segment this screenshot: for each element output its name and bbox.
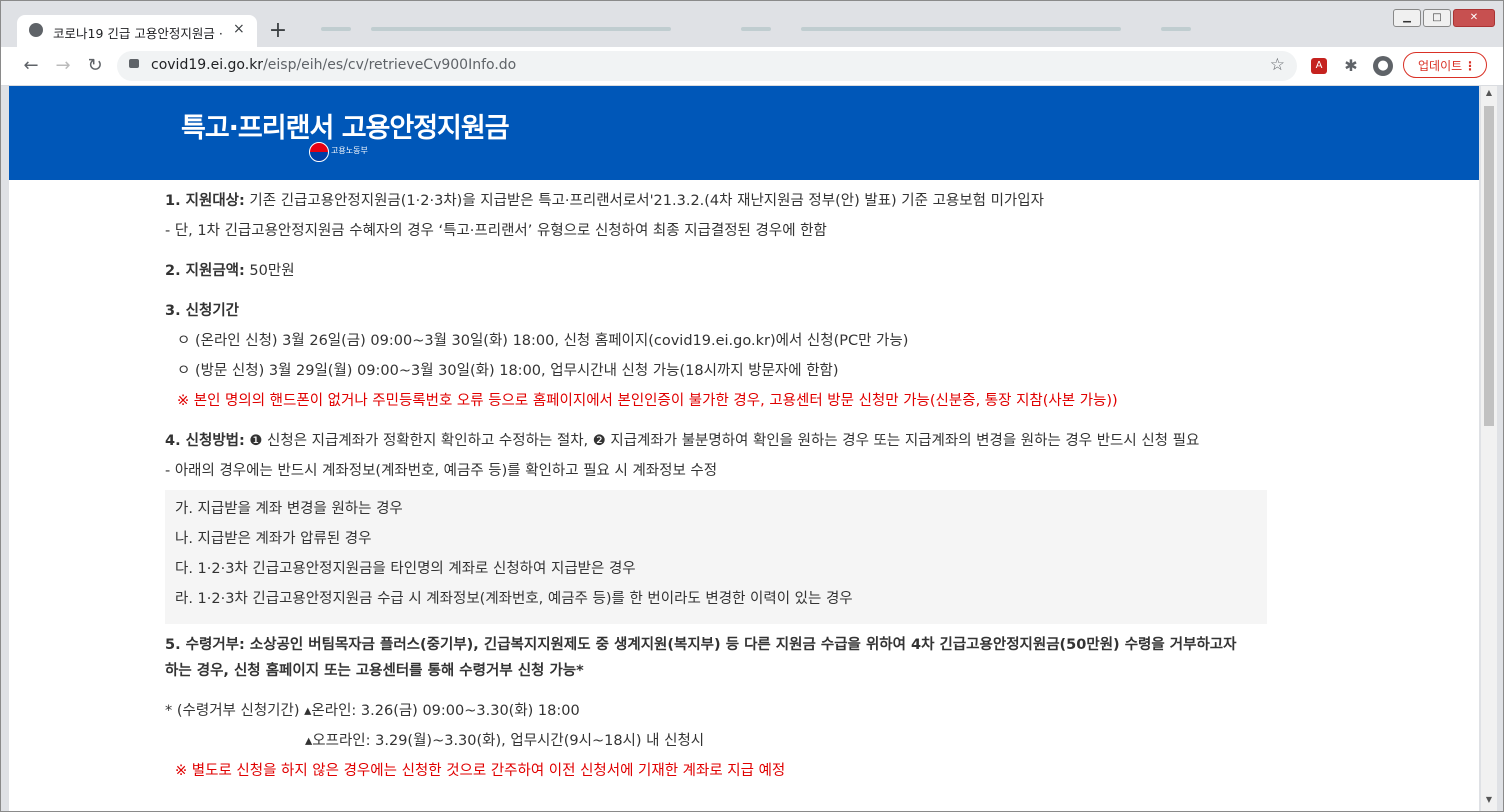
minimize-button[interactable]: ▁	[1393, 9, 1421, 27]
window-controls: ▁ □ ✕	[1391, 5, 1495, 27]
section-1-label: 1. 지원대상:	[165, 193, 245, 209]
vertical-scrollbar[interactable]: ▲ ▼	[1481, 86, 1497, 811]
scrollbar-thumb[interactable]	[1484, 106, 1494, 426]
lock-icon	[129, 59, 139, 68]
government-emblem-icon	[309, 142, 329, 162]
section-4-text: ❶ 신청은 지급계좌가 정확한지 확인하고 수정하는 절차, ❷ 지급계좌가 불…	[244, 433, 1200, 449]
section-4-label: 4. 신청방법:	[165, 433, 245, 449]
list-item: 다. 1·2·3차 긴급고용안정지원금을 타인명의 계좌로 신청하여 지급받은 …	[175, 561, 636, 577]
tab-title: 코로나19 긴급 고용안정지원금 ·	[53, 26, 223, 41]
scroll-up-icon[interactable]: ▲	[1481, 88, 1497, 102]
update-label: 업데이트	[1418, 59, 1463, 73]
menu-dots-icon[interactable]: ⋮	[1464, 53, 1476, 79]
bookmark-star-icon[interactable]: ☆	[1270, 55, 1285, 75]
section-4-cases-box: 가. 지급받을 계좌 변경을 원하는 경우 나. 지급받은 계좌가 압류된 경우…	[165, 490, 1267, 624]
reload-icon[interactable]: ↻	[83, 54, 107, 78]
back-icon[interactable]: ←	[19, 54, 43, 78]
globe-icon	[29, 23, 43, 37]
scroll-down-icon[interactable]: ▼	[1481, 795, 1497, 809]
url-domain: covid19.ei.go.kr	[151, 57, 264, 73]
section-2-text: 50만원	[244, 263, 295, 279]
section-3-warning: ※ 본인 명의의 핸드폰이 없거나 주민등록번호 오류 등으로 홈페이지에서 본…	[177, 393, 1118, 409]
section-4-note: - 아래의 경우에는 반드시 계좌정보(계좌번호, 예금주 등)를 확인하고 필…	[165, 463, 718, 479]
page-title: 특고·프리랜서 고용안정지원금	[181, 113, 510, 144]
close-window-button[interactable]: ✕	[1453, 9, 1495, 27]
section-3-label: 3. 신청기간	[165, 303, 240, 319]
tab-bar: 코로나19 긴급 고용안정지원금 · × + ▁ □ ✕	[1, 1, 1503, 47]
header-banner: 특고·프리랜서 고용안정지원금 고용노동부	[9, 86, 1479, 180]
ministry-label: 고용노동부	[331, 146, 368, 155]
section-5-warning: ※ 별도로 신청을 하지 않은 경우에는 신청한 것으로 간주하여 이전 신청서…	[175, 763, 786, 779]
section-1: 1. 지원대상: 기존 긴급고용안정지원금(1·2·3차)을 지급받은 특고·프…	[165, 186, 1044, 216]
section-5-line-2: 하는 경우, 신청 홈페이지 또는 고용센터를 통해 수령거부 신청 가능*	[165, 663, 584, 679]
section-1-note: - 단, 1차 긴급고용안정지원금 수혜자의 경우 ‘특고·프리랜서’ 유형으로…	[165, 223, 827, 239]
update-button[interactable]: 업데이트 ⋮	[1403, 52, 1487, 78]
browser-window: 코로나19 긴급 고용안정지원금 · × + ▁ □ ✕ ← → ↻ covid19…	[0, 0, 1504, 812]
section-3-online: ㅇ (온라인 신청) 3월 26일(금) 09:00~3월 30일(화) 18:…	[177, 333, 909, 349]
profile-icon[interactable]: ●	[1373, 56, 1393, 76]
section-5-period-online: * (수령거부 신청기간) ▴온라인: 3.26(금) 09:00~3.30(화…	[165, 703, 580, 719]
browser-toolbar: ← → ↻ covid19.ei.go.kr/eisp/eih/es/cv/re…	[1, 47, 1503, 86]
maximize-button[interactable]: □	[1423, 9, 1451, 27]
list-item: 라. 1·2·3차 긴급고용안정지원금 수급 시 계좌정보(계좌번호, 예금주 …	[175, 591, 853, 607]
pdf-icon[interactable]: A	[1311, 58, 1327, 74]
section-4: 4. 신청방법: ❶ 신청은 지급계좌가 정확한지 확인하고 수정하는 절차, …	[165, 426, 1199, 456]
new-tab-button[interactable]: +	[263, 17, 293, 47]
list-item: 나. 지급받은 계좌가 압류된 경우	[175, 531, 372, 547]
page-viewport: 특고·프리랜서 고용안정지원금 고용노동부 1. 지원대상: 기존 긴급고용안정…	[9, 86, 1479, 811]
section-5-period-offline: ▴오프라인: 3.29(월)~3.30(화), 업무시간(9시~18시) 내 신…	[305, 733, 705, 749]
background-window-content	[311, 21, 1371, 45]
address-bar[interactable]: covid19.ei.go.kr/eisp/eih/es/cv/retrieve…	[117, 51, 1297, 81]
tab-close-icon[interactable]: ×	[233, 21, 245, 37]
section-3-visit: ㅇ (방문 신청) 3월 29일(월) 09:00~3월 30일(화) 18:0…	[177, 363, 839, 379]
active-tab[interactable]: 코로나19 긴급 고용안정지원금 · ×	[17, 15, 257, 47]
forward-icon[interactable]: →	[51, 54, 75, 78]
section-1-text: 기존 긴급고용안정지원금(1·2·3차)을 지급받은 특고·프리랜서로서'21.…	[244, 193, 1044, 209]
section-2: 2. 지원금액: 50만원	[165, 256, 295, 286]
url-text[interactable]: covid19.ei.go.kr/eisp/eih/es/cv/retrieve…	[151, 57, 516, 73]
section-2-label: 2. 지원금액:	[165, 263, 245, 279]
list-item: 가. 지급받을 계좌 변경을 원하는 경우	[175, 501, 403, 517]
url-path: /eisp/eih/es/cv/retrieveCv900Info.do	[263, 57, 517, 73]
extensions-icon[interactable]: ✱	[1341, 56, 1361, 76]
